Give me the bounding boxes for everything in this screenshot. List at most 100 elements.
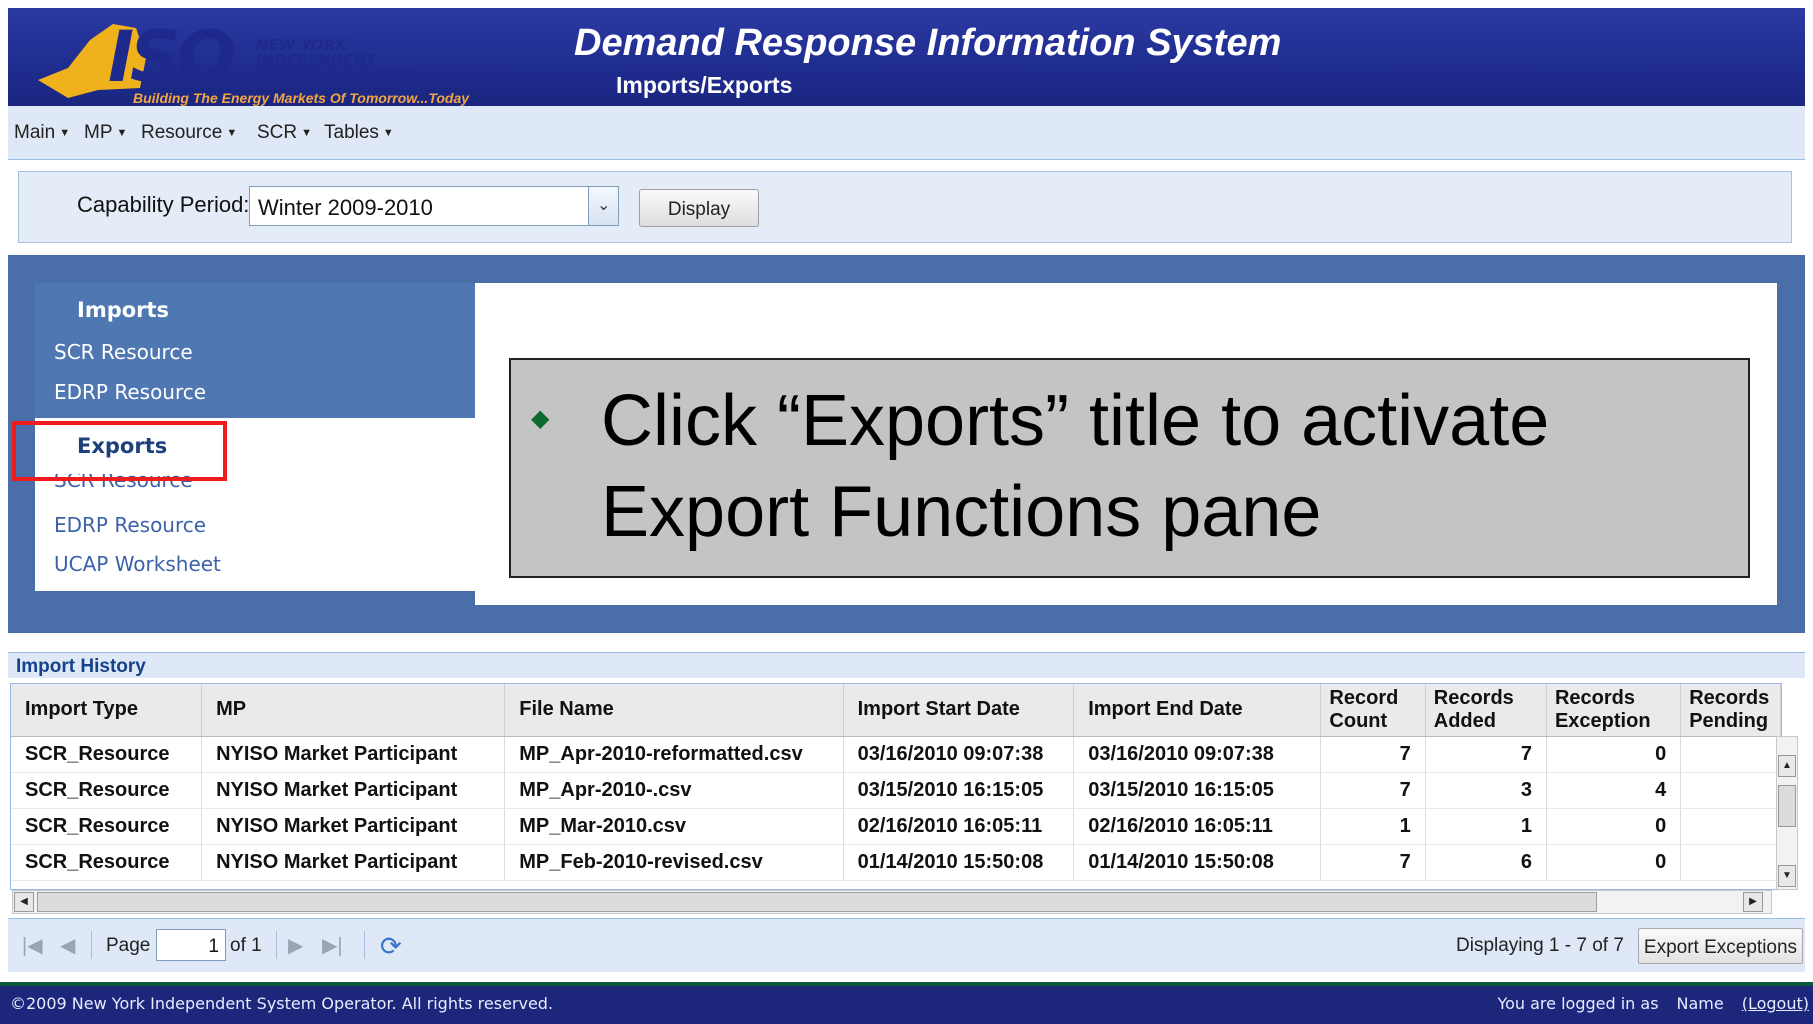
table-cell [1680, 808, 1781, 845]
column-header[interactable]: Records Exception [1546, 684, 1682, 737]
column-header[interactable]: Import End Date [1073, 684, 1322, 737]
table-cell: MP_Mar-2010.csv [504, 808, 844, 845]
table-header-row: Import Type MP File Name Import Start Da… [11, 684, 1781, 737]
paging-toolbar: |◀ ◀ Page 1 of 1 ▶ ▶| ⟳ Displaying 1 - 7… [8, 918, 1805, 972]
page-count-label: of 1 [230, 935, 262, 956]
app-footer: ©2009 New York Independent System Operat… [0, 982, 1813, 1024]
scroll-left-icon[interactable]: ◀ [14, 892, 34, 912]
app-title: Demand Response Information System [574, 22, 1282, 64]
toolbar-separator [276, 931, 277, 959]
imports-edrp-resource-link[interactable]: EDRP Resource [54, 380, 206, 404]
table-cell: 03/15/2010 16:15:05 [1073, 772, 1322, 809]
table-cell: 3 [1425, 772, 1547, 809]
display-button[interactable]: Display [639, 189, 759, 227]
logo-org-name: NEW YORK INDEPENDENT SYSTEM OPERATOR [256, 38, 419, 83]
table-cell: 01/14/2010 15:50:08 [1073, 844, 1322, 881]
logo-tagline: Building The Energy Markets Of Tomorrow.… [133, 90, 470, 106]
table-cell: SCR_Resource [11, 736, 203, 773]
exports-edrp-resource-link[interactable]: EDRP Resource [54, 513, 206, 537]
callout-line: Export Functions pane [601, 472, 1322, 552]
table-cell: SCR_Resource [11, 772, 203, 809]
table-cell: MP_Apr-2010-reformatted.csv [504, 736, 844, 773]
caret-down-icon: ▼ [226, 126, 238, 139]
callout-line: Click “Exports” title to activate [601, 381, 1550, 461]
table-row[interactable]: SCR_Resource NYISO Market Participant MP… [11, 736, 1781, 773]
scroll-thumb[interactable] [37, 892, 1597, 912]
menu-resource[interactable]: Resource ▼ [141, 122, 237, 144]
table-cell: 02/16/2010 16:05:11 [843, 808, 1075, 845]
capability-period-label: Capability Period: [77, 192, 250, 217]
callout-text: Click “Exports” title to activate Export… [601, 376, 1549, 558]
page-label: Page [106, 935, 151, 956]
table-cell: 1 [1425, 808, 1547, 845]
paging-display-text: Displaying 1 - 7 of 7 [1456, 935, 1624, 956]
refresh-icon[interactable]: ⟳ [380, 931, 402, 962]
column-header[interactable]: MP [201, 684, 506, 737]
table-cell: 7 [1320, 772, 1426, 809]
page-number-input[interactable]: 1 [156, 929, 226, 961]
table-row[interactable]: SCR_Resource NYISO Market Participant MP… [11, 844, 1781, 881]
copyright-text: ©2009 New York Independent System Operat… [10, 994, 554, 1013]
last-page-icon[interactable]: ▶| [322, 933, 343, 958]
table-cell: NYISO Market Participant [201, 772, 506, 809]
import-history-grid: Import Type MP File Name Import Start Da… [10, 683, 1782, 890]
exports-ucap-worksheet-link[interactable]: UCAP Worksheet [54, 552, 221, 576]
menu-mp[interactable]: MP ▼ [84, 122, 127, 144]
table-cell: 1 [1320, 808, 1426, 845]
table-cell: SCR_Resource [11, 844, 203, 881]
column-header[interactable]: Records Added [1425, 684, 1547, 737]
table-cell: 0 [1546, 844, 1682, 881]
table-cell: NYISO Market Participant [201, 844, 506, 881]
app-header: ISO NEW YORK INDEPENDENT SYSTEM OPERATOR… [8, 8, 1805, 106]
table-cell: NYISO Market Participant [201, 808, 506, 845]
user-name: Name [1676, 994, 1724, 1013]
column-header[interactable]: File Name [504, 684, 844, 737]
logout-link[interactable]: (Logout) [1742, 994, 1809, 1013]
menu-label: Resource [141, 122, 223, 143]
scroll-down-icon[interactable]: ▼ [1778, 865, 1796, 887]
column-header[interactable]: Record Count [1320, 684, 1426, 737]
table-cell: 03/15/2010 16:15:05 [843, 772, 1075, 809]
menu-scr[interactable]: SCR ▼ [257, 122, 312, 144]
dropdown-trigger[interactable]: ⌄ [588, 187, 618, 225]
table-cell: MP_Feb-2010-revised.csv [504, 844, 844, 881]
imports-scr-resource-link[interactable]: SCR Resource [54, 340, 193, 364]
menu-label: SCR [257, 122, 298, 143]
export-exceptions-button[interactable]: Export Exceptions [1638, 928, 1803, 964]
nyiso-logo: ISO NEW YORK INDEPENDENT SYSTEM OPERATOR… [28, 18, 558, 108]
table-row[interactable]: SCR_Resource NYISO Market Participant MP… [11, 808, 1781, 845]
chevron-down-icon: ⌄ [597, 197, 611, 214]
table-cell: MP_Apr-2010-.csv [504, 772, 844, 809]
scroll-right-icon[interactable]: ▶ [1743, 892, 1763, 912]
scroll-thumb[interactable] [1778, 785, 1796, 827]
table-row[interactable]: SCR_Resource NYISO Market Participant MP… [11, 772, 1781, 809]
column-header[interactable]: Records Pending [1680, 684, 1781, 737]
table-cell: 03/16/2010 09:07:38 [843, 736, 1075, 773]
previous-page-icon[interactable]: ◀ [60, 933, 75, 958]
import-history-table: Import Type MP File Name Import Start Da… [11, 684, 1781, 881]
capability-period-panel: Capability Period: Winter 2009-2010 ⌄ Di… [18, 171, 1792, 243]
logo-iso-text: ISO [108, 16, 236, 98]
capability-period-value: Winter 2009-2010 [258, 195, 433, 220]
exports-highlight-box [12, 421, 227, 481]
first-page-icon[interactable]: |◀ [22, 933, 43, 958]
export-exceptions-label: Export Exceptions [1643, 937, 1798, 958]
caret-down-icon: ▼ [382, 126, 394, 139]
table-cell: 7 [1320, 844, 1426, 881]
caret-down-icon: ▼ [116, 126, 128, 139]
scroll-up-icon[interactable]: ▲ [1778, 755, 1796, 777]
horizontal-scrollbar[interactable]: ◀ ▶ [12, 890, 1772, 914]
login-status: You are logged in as Name (Logout) [1497, 994, 1809, 1013]
imports-title[interactable]: Imports [77, 298, 169, 322]
menu-main[interactable]: Main ▼ [14, 122, 70, 144]
column-header[interactable]: Import Start Date [843, 684, 1075, 737]
table-cell: 7 [1425, 736, 1547, 773]
table-cell [1680, 736, 1781, 773]
menu-tables[interactable]: Tables ▼ [324, 122, 394, 144]
next-page-icon[interactable]: ▶ [288, 933, 303, 958]
capability-period-select[interactable]: Winter 2009-2010 ⌄ [249, 186, 619, 226]
table-cell: 03/16/2010 09:07:38 [1073, 736, 1322, 773]
logged-in-label: You are logged in as [1497, 994, 1659, 1013]
column-header[interactable]: Import Type [11, 684, 203, 737]
vertical-scrollbar[interactable]: ▲ ▼ [1776, 736, 1798, 890]
